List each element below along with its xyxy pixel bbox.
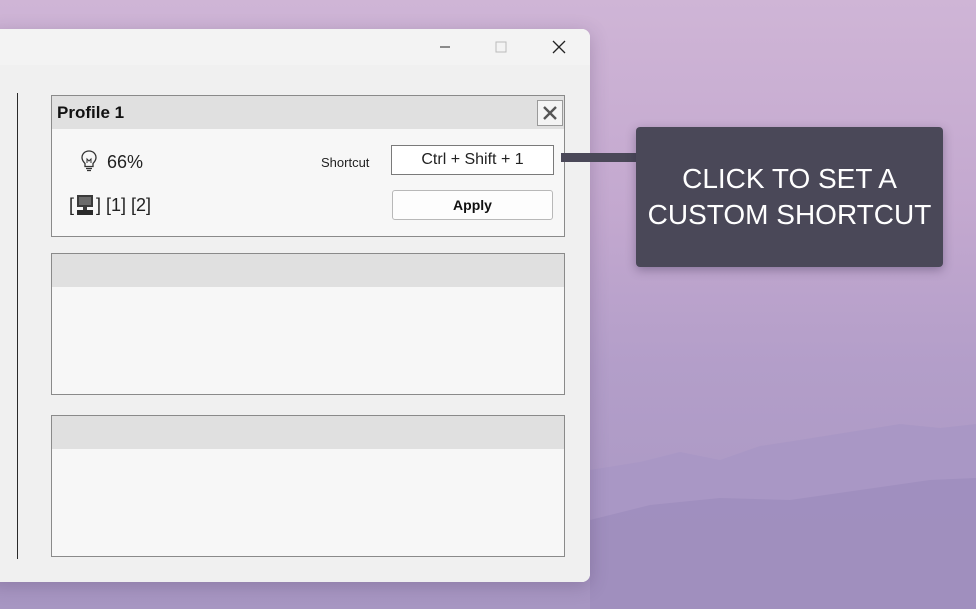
profile-close-button[interactable] (537, 100, 563, 126)
monitor-bracket: [ (69, 194, 75, 215)
maximize-button[interactable] (478, 29, 524, 65)
minimize-button[interactable] (422, 29, 468, 65)
close-icon (543, 106, 557, 120)
monitor-ids: ] [1] [2] (96, 194, 152, 215)
callout-connector (561, 153, 638, 162)
app-window: Profile 1 66% Shortcut Ctrl + Shift + 1 … (0, 29, 590, 582)
profile-header (52, 254, 564, 287)
profile-title: Profile 1 (57, 103, 125, 122)
monitor-icon (77, 195, 94, 215)
profile-panel-1: Profile 1 66% Shortcut Ctrl + Shift + 1 … (51, 95, 565, 237)
minimize-icon (440, 46, 450, 48)
profile-panel-2 (51, 253, 565, 395)
shortcut-label: Shortcut (321, 155, 370, 170)
shortcut-input[interactable]: Ctrl + Shift + 1 (391, 145, 554, 175)
close-icon (552, 40, 566, 54)
profile-panel-3 (51, 415, 565, 557)
callout-text-line2: CUSTOM SHORTCUT (647, 199, 932, 230)
divider (17, 93, 18, 559)
brightness-value: 66% (107, 152, 144, 172)
tutorial-callout: CLICK TO SET A CUSTOM SHORTCUT (636, 127, 943, 267)
monitor-list: [ ] [1] [2] (69, 194, 151, 216)
apply-button[interactable]: Apply (392, 190, 553, 220)
lightbulb-icon (81, 150, 97, 172)
close-button[interactable] (536, 29, 582, 65)
profile-header (52, 96, 564, 129)
callout-text-line1: CLICK TO SET A (682, 163, 897, 194)
title-bar (0, 29, 590, 65)
maximize-icon (495, 41, 507, 53)
window-content: Profile 1 66% Shortcut Ctrl + Shift + 1 … (0, 65, 590, 582)
profile-header (52, 416, 564, 449)
